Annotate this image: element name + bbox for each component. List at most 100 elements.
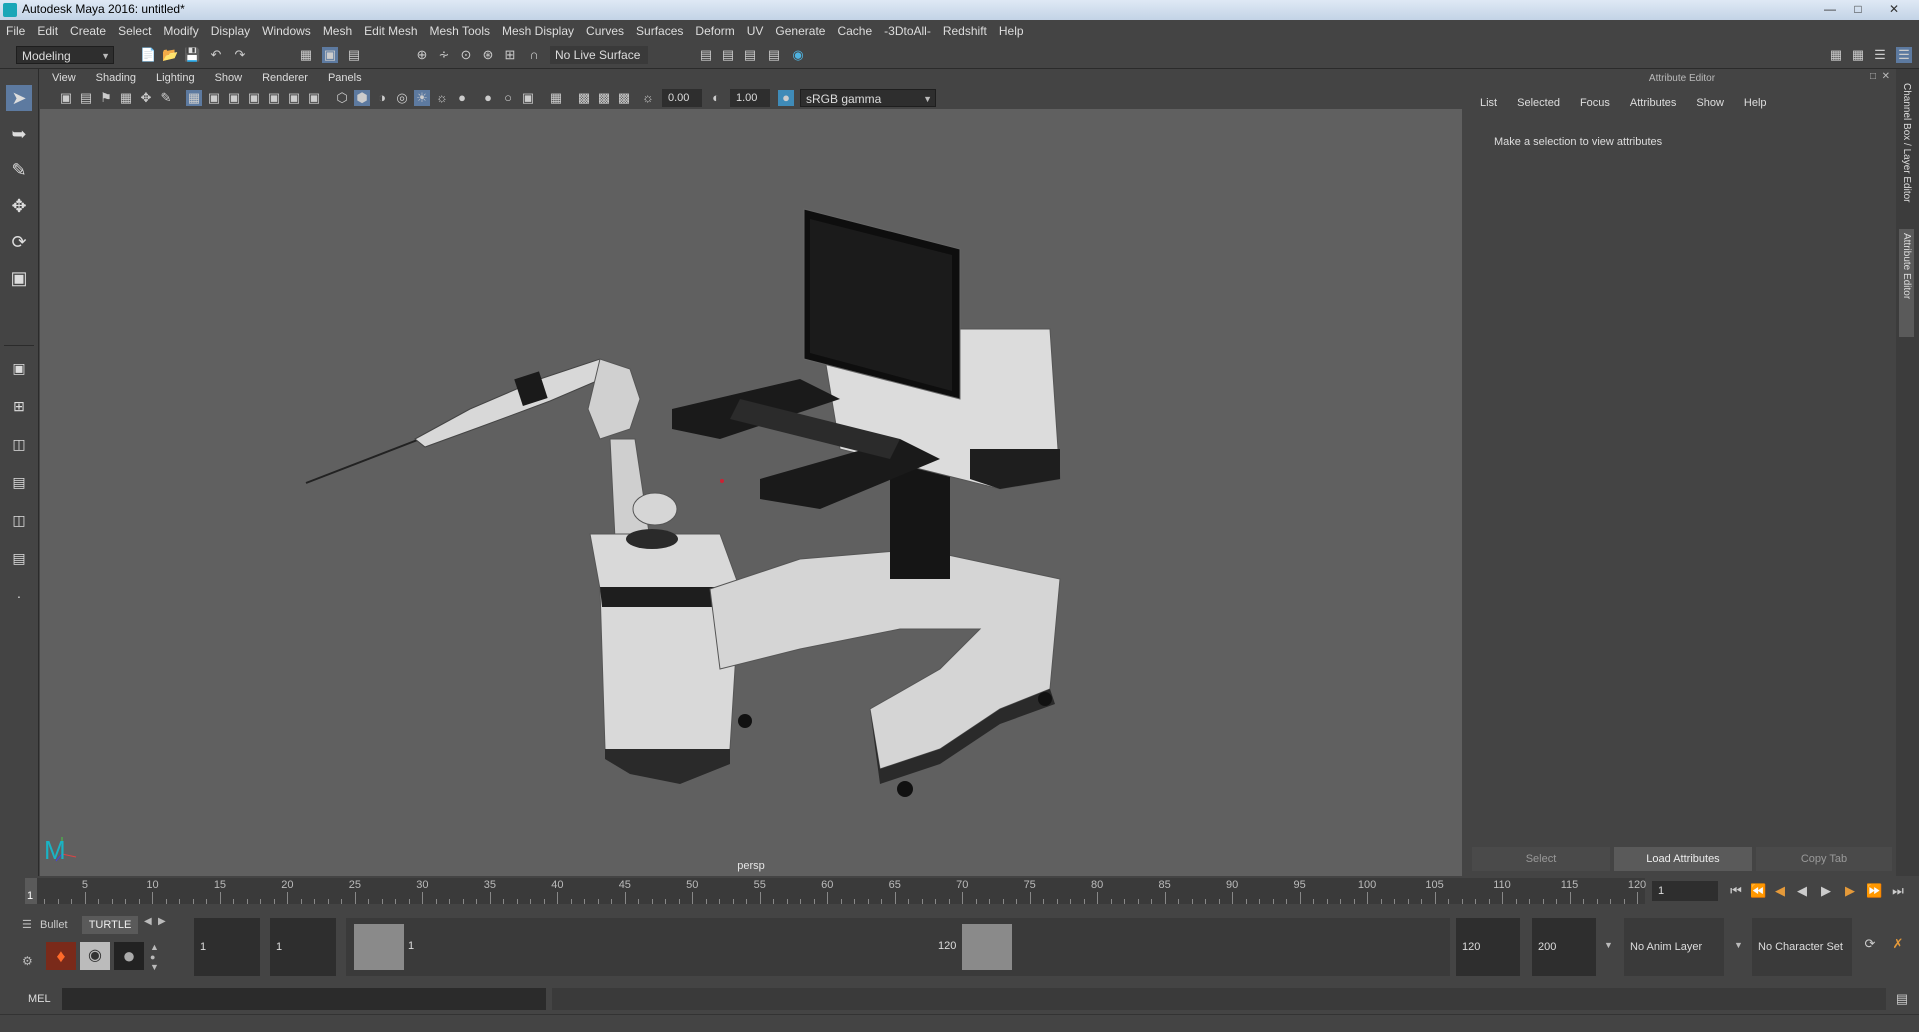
shelf-tab-bullet[interactable]: Bullet [40, 916, 80, 934]
menu-uv[interactable]: UV [741, 20, 770, 42]
select-hierarchy-icon[interactable]: ▦ [298, 47, 314, 63]
exposure-icon[interactable]: ☼ [640, 90, 656, 106]
menu-mesh-display[interactable]: Mesh Display [496, 20, 580, 42]
menu-modify[interactable]: Modify [157, 20, 204, 42]
shelf-menu-icon[interactable]: ☰ [22, 918, 32, 931]
menu-redshift[interactable]: Redshift [937, 20, 993, 42]
close-panel-icon[interactable]: ✕ [1882, 71, 1890, 82]
panel-menu-panels[interactable]: Panels [316, 69, 370, 87]
wireframe-icon[interactable]: ⬡ [334, 90, 350, 106]
render-view-icon[interactable]: ▤ [766, 47, 782, 63]
panel-menu-renderer[interactable]: Renderer [250, 69, 316, 87]
load-attributes-button[interactable]: Load Attributes [1614, 847, 1752, 871]
menu-3dtoall[interactable]: -3DtoAll- [878, 20, 937, 42]
lasso-tool-icon[interactable]: ➥ [6, 121, 32, 147]
menu-curves[interactable]: Curves [580, 20, 630, 42]
workspace-icon[interactable]: ▦ [1828, 47, 1844, 63]
minimize-icon[interactable]: — [1818, 1, 1842, 17]
start-frame-field[interactable]: 1 [194, 918, 260, 976]
motion-blur-icon[interactable]: ● [480, 90, 496, 106]
play-backwards-icon[interactable]: ◀ [1794, 883, 1810, 899]
render-settings-icon[interactable]: ▤ [698, 47, 714, 63]
isolate-select-icon[interactable]: ▦ [548, 90, 564, 106]
save-scene-icon[interactable]: 💾 [184, 47, 200, 63]
menu-help[interactable]: Help [993, 20, 1030, 42]
menu-deform[interactable]: Deform [689, 20, 740, 42]
2d-pan-zoom-icon[interactable]: ✥ [138, 90, 154, 106]
auto-key-icon[interactable]: ⟳ [1862, 936, 1878, 952]
paint-select-tool-icon[interactable]: ✎ [6, 157, 32, 183]
ae-menu-focus[interactable]: Focus [1580, 97, 1610, 109]
exposure-field[interactable]: 0.00 [662, 89, 702, 107]
panel-menu-lighting[interactable]: Lighting [144, 69, 203, 87]
animation-preferences-icon[interactable]: ✗ [1890, 936, 1906, 952]
turtle-bake-icon[interactable]: ◉ [80, 942, 110, 970]
select-object-icon[interactable]: ▣ [322, 47, 338, 63]
move-tool-icon[interactable]: ✥ [6, 193, 32, 219]
anim-layer-selector[interactable]: No Anim Layer [1624, 918, 1724, 976]
grid-icon[interactable]: ▦ [186, 90, 202, 106]
color-management-icon[interactable]: ● [778, 90, 794, 106]
snap-grid-icon[interactable]: ⊕ [414, 47, 430, 63]
snap-curve-icon[interactable]: ∻ [436, 47, 452, 63]
channel-box-tab[interactable]: Channel Box / Layer Editor [1901, 83, 1912, 223]
turtle-sphere-icon[interactable]: ● [114, 942, 144, 970]
shelf-scroll-left-icon[interactable]: ◀ [144, 916, 152, 927]
xray-components-icon[interactable]: ▩ [616, 90, 632, 106]
snap-view-plane-icon[interactable]: ⊛ [480, 47, 496, 63]
maximize-icon[interactable]: □ [1846, 1, 1870, 17]
menu-generate[interactable]: Generate [769, 20, 831, 42]
chevron-down-icon[interactable]: ▼ [1604, 940, 1613, 950]
open-scene-icon[interactable]: 📂 [162, 47, 178, 63]
ipr-render-icon[interactable]: ▤ [742, 47, 758, 63]
select-button[interactable]: Select [1472, 847, 1610, 871]
scale-tool-icon[interactable]: ▣ [6, 265, 32, 291]
use-all-lights-icon[interactable]: ☀ [414, 90, 430, 106]
rotate-tool-icon[interactable]: ⟳ [6, 229, 32, 255]
panel-menu-view[interactable]: View [40, 69, 84, 87]
persp-graph-layout-icon[interactable]: ▤ [6, 469, 32, 495]
menu-create[interactable]: Create [64, 20, 112, 42]
depth-of-field-icon[interactable]: ▣ [520, 90, 536, 106]
channel-box-icon[interactable]: ☰ [1896, 47, 1912, 63]
mode-selector[interactable]: Modeling ▼ [16, 46, 114, 64]
image-plane-icon[interactable]: ▦ [118, 90, 134, 106]
go-to-end-icon[interactable]: ⏭ [1890, 883, 1906, 899]
script-editor-icon[interactable]: ▤ [1894, 991, 1910, 1007]
bookmark-icon[interactable]: ⚑ [98, 90, 114, 106]
textured-icon[interactable]: ◎ [394, 90, 410, 106]
menu-surfaces[interactable]: Surfaces [630, 20, 689, 42]
end-frame-field[interactable]: 200 [1532, 918, 1596, 976]
live-surface-field[interactable]: No Live Surface [550, 46, 648, 64]
ae-menu-attributes[interactable]: Attributes [1630, 97, 1676, 109]
snap-point-icon[interactable]: ⊙ [458, 47, 474, 63]
select-tool-icon[interactable]: ➤ [6, 85, 32, 111]
turtle-render-icon[interactable]: ♦ [46, 942, 76, 970]
shadows-icon[interactable]: ☼ [434, 90, 450, 106]
gamma-field[interactable]: 1.00 [730, 89, 770, 107]
shelf-scroll-right-icon[interactable]: ▶ [158, 916, 166, 927]
snap-surface-icon[interactable]: ⊞ [502, 47, 518, 63]
wireframe-on-shaded-icon[interactable]: ◑ [374, 90, 390, 106]
four-view-layout-icon[interactable]: ⊞ [6, 393, 32, 419]
current-frame-field[interactable]: 1 [1652, 881, 1718, 901]
menu-windows[interactable]: Windows [256, 20, 317, 42]
redo-icon[interactable]: ↷ [232, 47, 248, 63]
play-forwards-icon[interactable]: ▶ [1818, 883, 1834, 899]
grease-pencil-icon[interactable]: ✎ [158, 90, 174, 106]
menu-display[interactable]: Display [205, 20, 256, 42]
gate-mask-icon[interactable]: ▣ [246, 90, 262, 106]
outliner-graph-layout-icon[interactable]: ◫ [6, 507, 32, 533]
xray-icon[interactable]: ▩ [576, 90, 592, 106]
colorspace-dropdown[interactable]: sRGB gamma ▼ [800, 89, 936, 107]
time-slider[interactable]: 5 10 15 20 25 30 35 40 45 50 55 60 65 70 75 80 85 90 95 100… [0, 876, 1919, 906]
menu-edit[interactable]: Edit [31, 20, 64, 42]
safe-title-icon[interactable]: ▣ [306, 90, 322, 106]
persp-outliner-layout-icon[interactable]: ◫ [6, 431, 32, 457]
camera-attributes-icon[interactable]: ▤ [78, 90, 94, 106]
multisample-icon[interactable]: ○ [500, 90, 516, 106]
playback-end-field[interactable]: 120 [1456, 918, 1520, 976]
menu-cache[interactable]: Cache [831, 20, 878, 42]
ae-menu-show[interactable]: Show [1696, 97, 1724, 109]
shelf-settings-icon[interactable]: ⚙ [22, 954, 33, 968]
